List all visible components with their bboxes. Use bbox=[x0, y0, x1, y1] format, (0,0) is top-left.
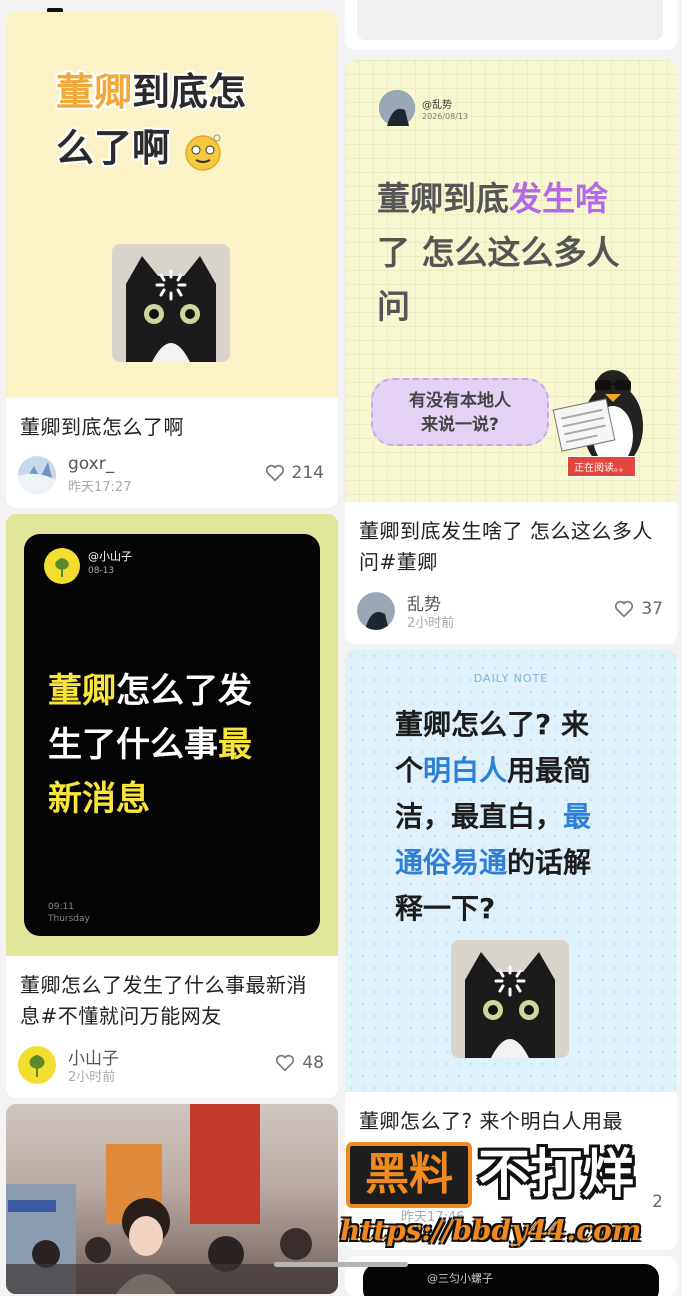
cover-handle: @三匀小螺子 bbox=[427, 1272, 493, 1285]
clock-day: Thursday bbox=[48, 914, 90, 924]
partial-post-card-top[interactable] bbox=[345, 0, 677, 50]
post-card[interactable]: 董卿到底怎 么了啊 董卿到底怎么了啊 goxr_ 昨天17:27 214 bbox=[6, 12, 338, 508]
post-title[interactable]: 董卿到底怎么了啊 bbox=[20, 412, 326, 443]
cover-headline: 董卿到底发生啥 了 怎么这么多人 问 bbox=[377, 179, 620, 326]
post-card[interactable]: @乱势 2026/08/13 董卿到底发生啥 了 怎么这么多人 问 有没有本地人… bbox=[345, 60, 677, 644]
post-time: 2小时前 bbox=[407, 616, 455, 631]
watermark-logo-box: 黑料 bbox=[346, 1142, 472, 1208]
partial-comment-box bbox=[357, 0, 663, 40]
heart-icon bbox=[276, 1054, 295, 1072]
avatar[interactable] bbox=[18, 1046, 56, 1084]
post-cover: @乱势 2026/08/13 董卿到底发生啥 了 怎么这么多人 问 有没有本地人… bbox=[345, 60, 677, 502]
home-indicator bbox=[274, 1262, 408, 1267]
watermark-url: https://bbdy44.com bbox=[340, 1214, 642, 1247]
watermark: 黑料 不打烊 https://bbdy44.com bbox=[340, 1138, 682, 1252]
author-name[interactable]: goxr_ bbox=[68, 454, 114, 474]
like-button[interactable]: 48 bbox=[274, 1052, 324, 1074]
post-cover: DAILY NOTE 董卿怎么了? 来 个明白人用最简 洁，最直白，最 通俗易通… bbox=[345, 650, 677, 1092]
post-time: 昨天17:27 bbox=[68, 480, 132, 495]
post-title[interactable]: 董卿到底发生啥了 怎么这么多人问#董卿 bbox=[359, 516, 665, 578]
post-title[interactable]: 董卿怎么了发生了什么事最新消息#不懂就问万能网友 bbox=[20, 970, 326, 1032]
post-time: 2小时前 bbox=[68, 1070, 116, 1085]
cover-headline: 董卿到底怎 么了啊 bbox=[56, 70, 247, 171]
dizzy-emoji-icon bbox=[183, 131, 223, 171]
like-button[interactable]: 37 bbox=[613, 598, 663, 620]
post-title[interactable]: 董卿怎么了? 来个明白人用最 bbox=[359, 1106, 665, 1137]
phone-frame: @三匀小螺子 bbox=[363, 1264, 659, 1296]
avatar[interactable] bbox=[357, 592, 395, 630]
cover-headline: 董卿怎么了发 生了什么事最 新消息 bbox=[48, 671, 252, 819]
cover-date: 08-13 bbox=[88, 566, 115, 576]
cover-headline: 董卿怎么了? 来 个明白人用最简 洁，最直白，最 通俗易通的话解 释一下? bbox=[395, 708, 592, 925]
like-count: 214 bbox=[291, 463, 324, 483]
avatar[interactable] bbox=[18, 456, 56, 494]
speech-bubble: 有没有本地人 来说一说? bbox=[371, 378, 549, 446]
daily-note-label: DAILY NOTE bbox=[473, 672, 549, 685]
heart-icon bbox=[265, 464, 284, 482]
phone-frame: @小山子 08-13 董卿怎么了发 生了什么事最 新消息 09:11 Thurs… bbox=[24, 534, 320, 936]
cover-handle: @小山子 bbox=[88, 550, 132, 563]
post-meta: 小山子 2小时前 48 bbox=[18, 1044, 324, 1086]
cover-handle: @乱势 bbox=[422, 100, 452, 111]
post-card[interactable]: @小山子 08-13 董卿怎么了发 生了什么事最 新消息 09:11 Thurs… bbox=[6, 514, 338, 1098]
avatar bbox=[44, 548, 80, 584]
like-count: 37 bbox=[641, 599, 663, 619]
post-meta: goxr_ 昨天17:27 214 bbox=[18, 454, 324, 496]
post-cover: @小山子 08-13 董卿怎么了发 生了什么事最 新消息 09:11 Thurs… bbox=[6, 514, 338, 956]
like-button[interactable]: 214 bbox=[264, 462, 324, 484]
clock-time: 09:11 bbox=[48, 902, 74, 912]
post-meta: 乱势 2小时前 37 bbox=[357, 590, 663, 632]
cover-date: 2026/08/13 bbox=[422, 112, 469, 121]
watermark-tagline: 不打烊 bbox=[478, 1145, 635, 1205]
like-count: 48 bbox=[302, 1053, 324, 1073]
post-cover: 董卿到底怎 么了啊 bbox=[6, 12, 338, 398]
reading-badge: 正在阅读。。 bbox=[567, 456, 636, 477]
avatar bbox=[379, 90, 415, 126]
cat-loading-meme-image bbox=[451, 940, 569, 1058]
heart-icon bbox=[615, 600, 634, 618]
cat-loading-meme-image bbox=[112, 244, 230, 362]
